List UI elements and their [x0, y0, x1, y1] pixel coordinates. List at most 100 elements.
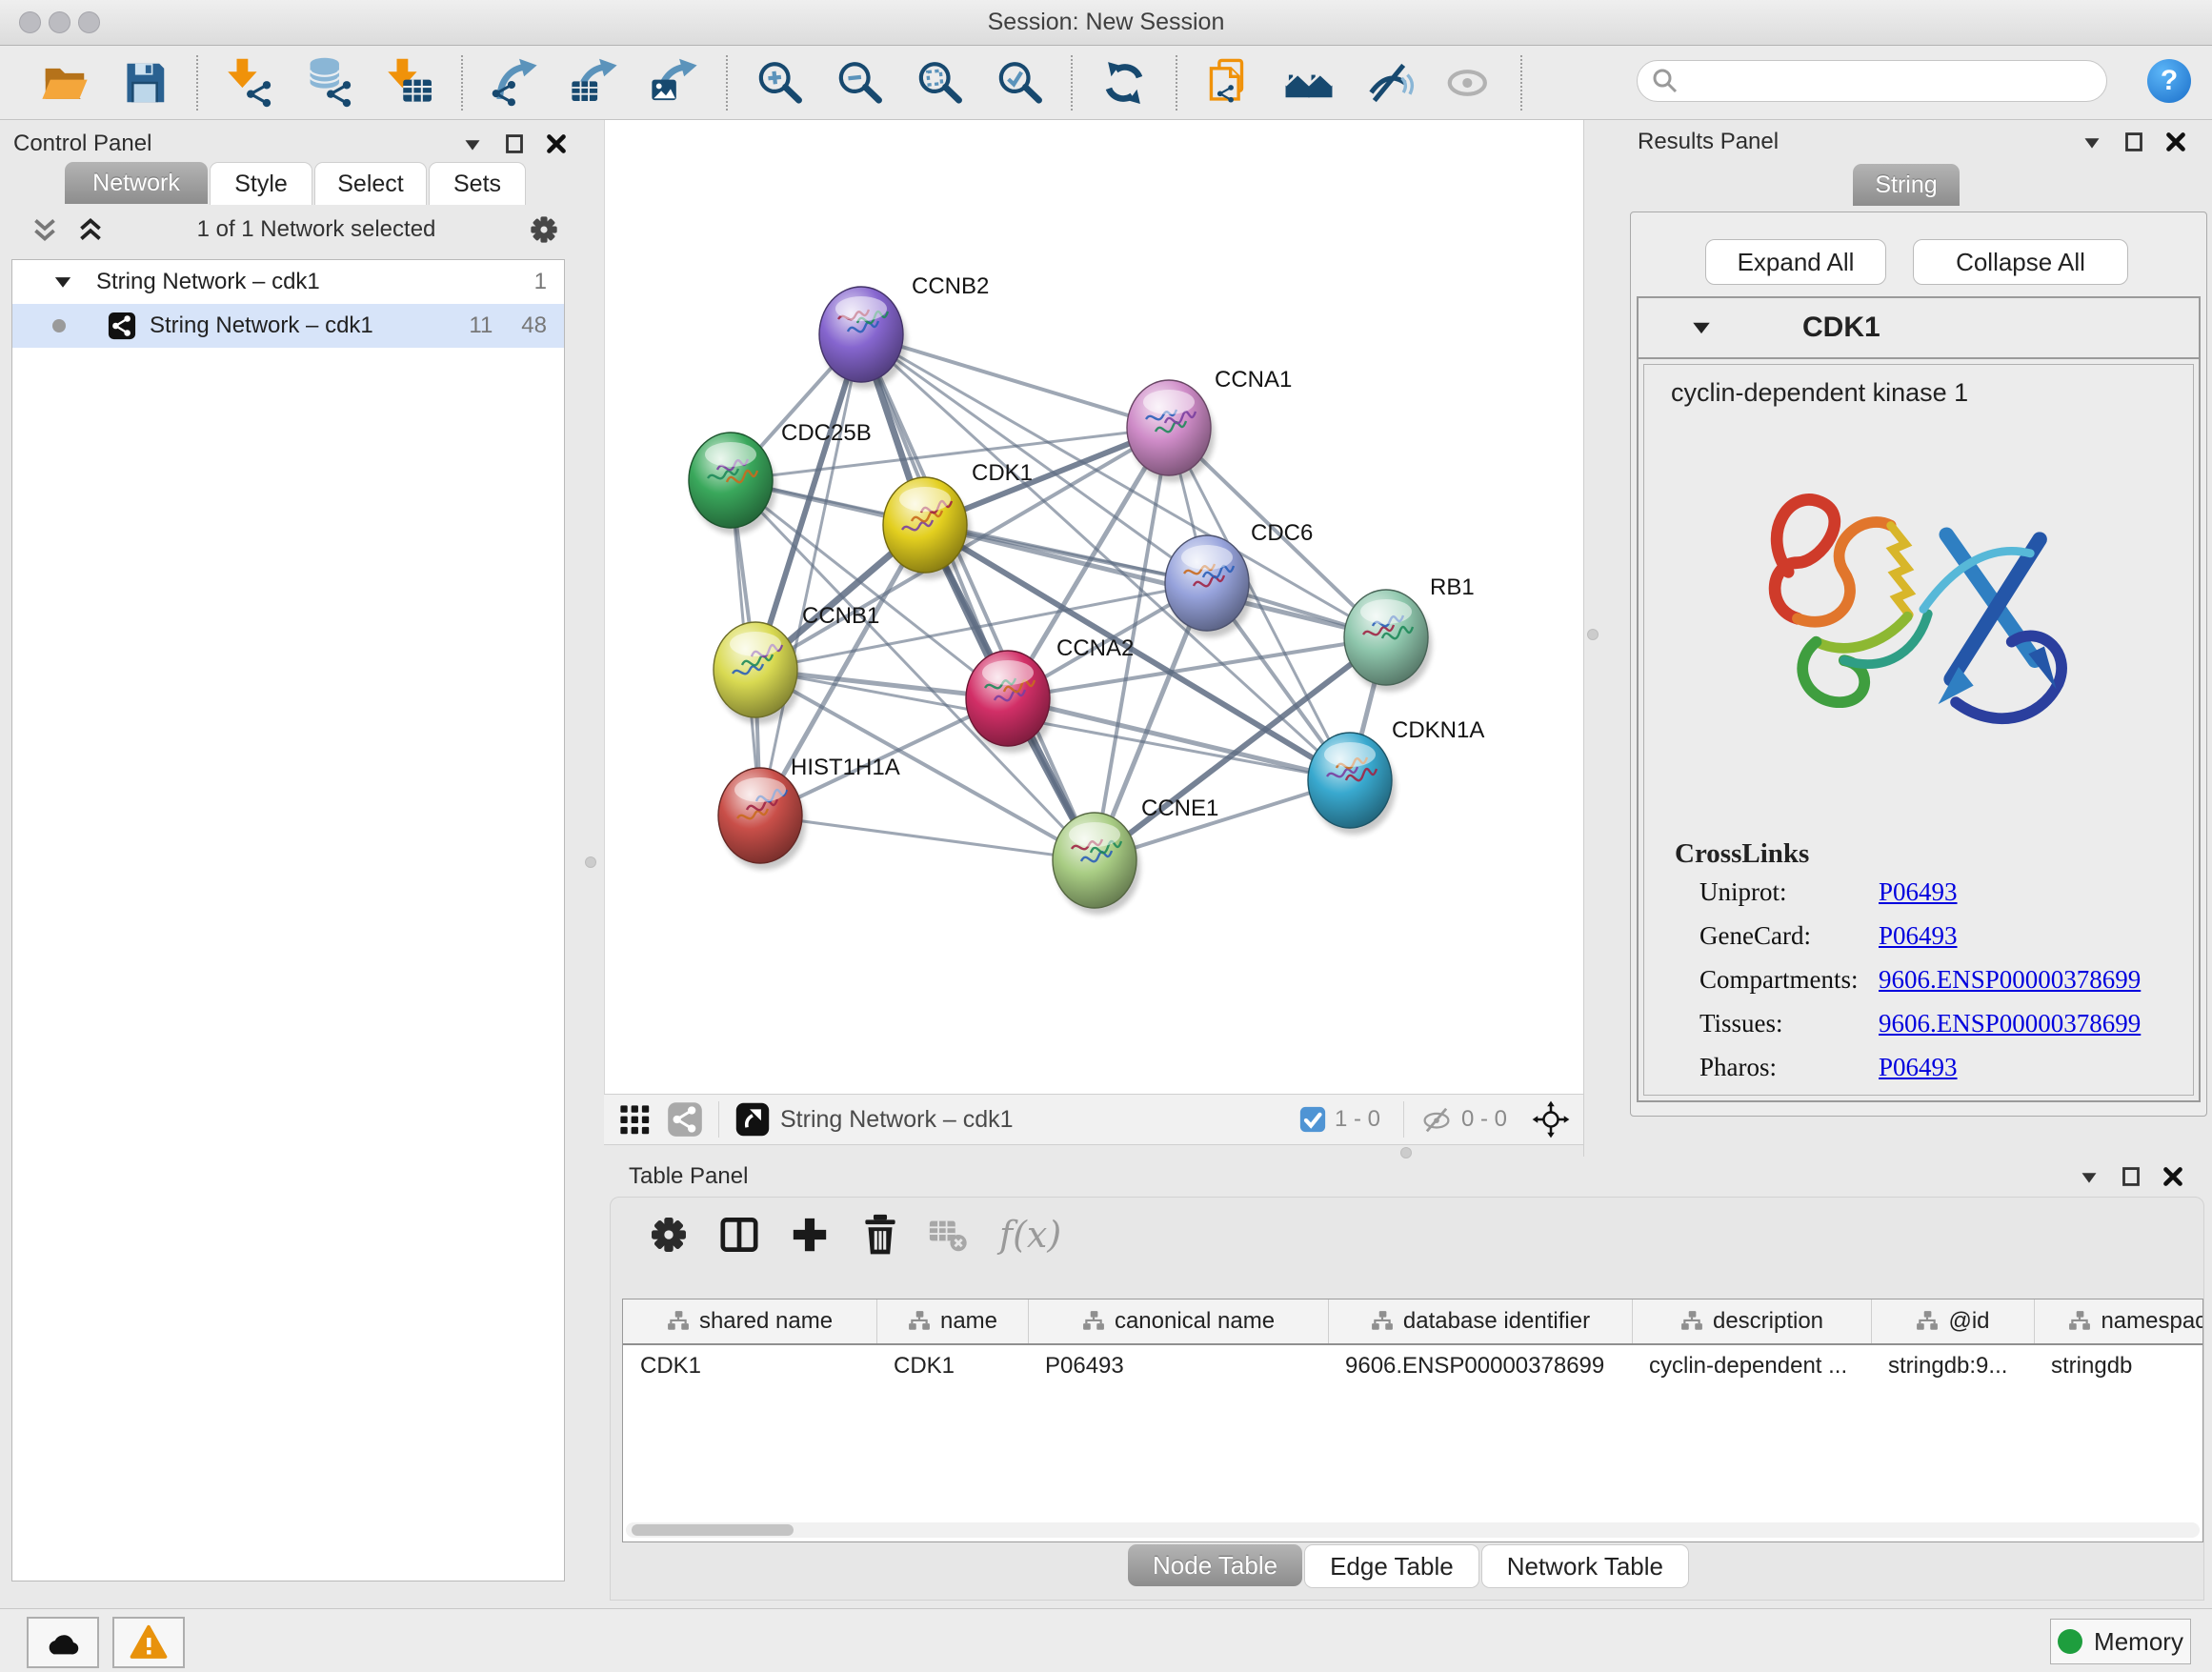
- tab-string[interactable]: String: [1853, 164, 1960, 206]
- column-header--id[interactable]: @id: [1871, 1299, 2034, 1343]
- network-list-share-icon[interactable]: [667, 1101, 703, 1138]
- tab-style[interactable]: Style: [210, 162, 312, 205]
- network-edge[interactable]: [861, 334, 1169, 428]
- tab-sets[interactable]: Sets: [429, 162, 526, 205]
- minimize-window-button[interactable]: [49, 11, 70, 33]
- collapse-all-networks-icon[interactable]: [29, 213, 61, 246]
- network-node-hist1h1a[interactable]: HIST1H1A: [718, 755, 900, 870]
- delete-column-trash-icon[interactable]: [856, 1211, 904, 1259]
- crosslink-tissues[interactable]: 9606.ENSP00000378699: [1879, 1009, 2141, 1038]
- copy-network-icon[interactable]: [1202, 56, 1256, 110]
- selected-checkbox-icon[interactable]: [1298, 1105, 1327, 1134]
- table-cell[interactable]: CDK1: [623, 1353, 876, 1380]
- table-row[interactable]: CDK1CDK1P064939606.ENSP00000378699cyclin…: [623, 1345, 2202, 1387]
- table-cell[interactable]: stringdb: [2034, 1353, 2203, 1380]
- protein-collapse-icon[interactable]: [1688, 314, 1715, 341]
- tab-node-table[interactable]: Node Table: [1128, 1544, 1302, 1586]
- collapse-all-button[interactable]: Collapse All: [1913, 239, 2128, 285]
- show-columns-icon[interactable]: [715, 1211, 763, 1259]
- close-panel-icon[interactable]: [542, 130, 571, 158]
- network-canvas[interactable]: CCNB2CCNA1CDC25BCDK1CDC6RB1CCNB1CCNA2CDK…: [604, 120, 1584, 1094]
- network-node-cdc6[interactable]: CDC6: [1165, 520, 1313, 637]
- search-field[interactable]: [1637, 60, 2107, 102]
- table-cell[interactable]: 9606.ENSP00000378699: [1328, 1353, 1632, 1380]
- close-window-button[interactable]: [19, 11, 41, 33]
- column-header-name[interactable]: name: [876, 1299, 1028, 1343]
- grid-view-icon[interactable]: [617, 1102, 652, 1137]
- tab-network-table[interactable]: Network Table: [1481, 1544, 1689, 1588]
- float-panel-icon[interactable]: [500, 130, 529, 158]
- network-node-ccne1[interactable]: CCNE1: [1053, 796, 1218, 915]
- close-panel-icon[interactable]: [2159, 1162, 2187, 1191]
- maximize-window-button[interactable]: [78, 11, 100, 33]
- warnings-button[interactable]: [112, 1617, 185, 1668]
- network-node-ccnb1[interactable]: CCNB1: [714, 603, 879, 724]
- collapse-panel-icon[interactable]: [458, 130, 487, 158]
- birds-eye-view-icon[interactable]: [1532, 1100, 1570, 1138]
- function-builder-icon[interactable]: f(x): [999, 1214, 1061, 1256]
- collapse-panel-icon[interactable]: [2075, 1162, 2103, 1191]
- float-panel-icon[interactable]: [2117, 1162, 2145, 1191]
- network-row[interactable]: String Network – cdk1 11 48: [12, 304, 564, 348]
- network-collection-row[interactable]: String Network – cdk1 1: [12, 260, 564, 304]
- panel-resize-handle[interactable]: [585, 856, 596, 868]
- create-column-plus-icon[interactable]: [786, 1211, 834, 1259]
- close-panel-icon[interactable]: [2162, 128, 2190, 156]
- expand-all-networks-icon[interactable]: [74, 213, 107, 246]
- eye-icon[interactable]: [1442, 56, 1496, 110]
- help-button[interactable]: ?: [2147, 59, 2191, 103]
- collapse-panel-icon[interactable]: [2078, 128, 2106, 156]
- column-header-canonical-name[interactable]: canonical name: [1028, 1299, 1328, 1343]
- tab-edge-table[interactable]: Edge Table: [1304, 1544, 1479, 1588]
- table-cell[interactable]: stringdb:9...: [1871, 1353, 2034, 1380]
- scrollbar-thumb[interactable]: [632, 1524, 794, 1536]
- export-table-icon[interactable]: [568, 56, 621, 110]
- table-cell[interactable]: cyclin-dependent ...: [1632, 1353, 1871, 1380]
- zoom-out-icon[interactable]: [833, 56, 886, 110]
- network-node-cdkn1a[interactable]: CDKN1A: [1308, 717, 1484, 835]
- save-session-icon[interactable]: [118, 56, 171, 110]
- zoom-fit-icon[interactable]: [913, 56, 966, 110]
- open-session-icon[interactable]: [38, 56, 91, 110]
- import-network-database-icon[interactable]: [303, 56, 356, 110]
- export-network-icon[interactable]: [488, 56, 541, 110]
- table-cell[interactable]: CDK1: [876, 1353, 1028, 1380]
- expand-all-button[interactable]: Expand All: [1705, 239, 1886, 285]
- network-edge[interactable]: [760, 334, 861, 816]
- crosslink-genecard[interactable]: P06493: [1879, 921, 1958, 951]
- zoom-in-icon[interactable]: [753, 56, 806, 110]
- search-input[interactable]: [1687, 67, 2106, 95]
- column-header-database-identifier[interactable]: database identifier: [1328, 1299, 1632, 1343]
- column-header-shared-name[interactable]: shared name: [623, 1299, 876, 1343]
- network-edge[interactable]: [861, 334, 1095, 860]
- cloud-status-button[interactable]: [27, 1617, 99, 1668]
- zoom-selected-icon[interactable]: [993, 56, 1046, 110]
- network-node-ccnb2[interactable]: CCNB2: [819, 273, 989, 389]
- apply-layout-icon[interactable]: [1097, 56, 1151, 110]
- tab-network[interactable]: Network: [65, 162, 208, 204]
- tab-select[interactable]: Select: [314, 162, 427, 205]
- table-options-gear-icon[interactable]: [645, 1211, 693, 1259]
- hidden-eye-slash-icon[interactable]: [1419, 1102, 1454, 1137]
- table-cell[interactable]: P06493: [1028, 1353, 1328, 1380]
- column-header-namespace[interactable]: namespace: [2034, 1299, 2203, 1343]
- network-edge[interactable]: [760, 816, 1095, 860]
- crosslink-pharos[interactable]: P06493: [1879, 1053, 1958, 1082]
- network-edge[interactable]: [925, 525, 1386, 637]
- glasses-icon[interactable]: [1362, 56, 1416, 110]
- network-options-gear-icon[interactable]: [526, 212, 562, 248]
- memory-button[interactable]: Memory: [2050, 1619, 2191, 1664]
- import-table-icon[interactable]: [383, 56, 436, 110]
- export-image-icon[interactable]: [648, 56, 701, 110]
- float-panel-icon[interactable]: [2120, 128, 2148, 156]
- home-icon[interactable]: [1282, 56, 1336, 110]
- table-horizontal-scrollbar[interactable]: [626, 1522, 2200, 1538]
- detach-view-icon[interactable]: [734, 1101, 771, 1138]
- import-network-file-icon[interactable]: [223, 56, 276, 110]
- network-node-rb1[interactable]: RB1: [1344, 574, 1475, 692]
- collection-expand-icon[interactable]: [50, 270, 75, 294]
- delete-table-icon[interactable]: [927, 1213, 971, 1257]
- crosslink-uniprot[interactable]: P06493: [1879, 877, 1958, 907]
- crosslink-compartments[interactable]: 9606.ENSP00000378699: [1879, 965, 2141, 995]
- column-header-description[interactable]: description: [1632, 1299, 1871, 1343]
